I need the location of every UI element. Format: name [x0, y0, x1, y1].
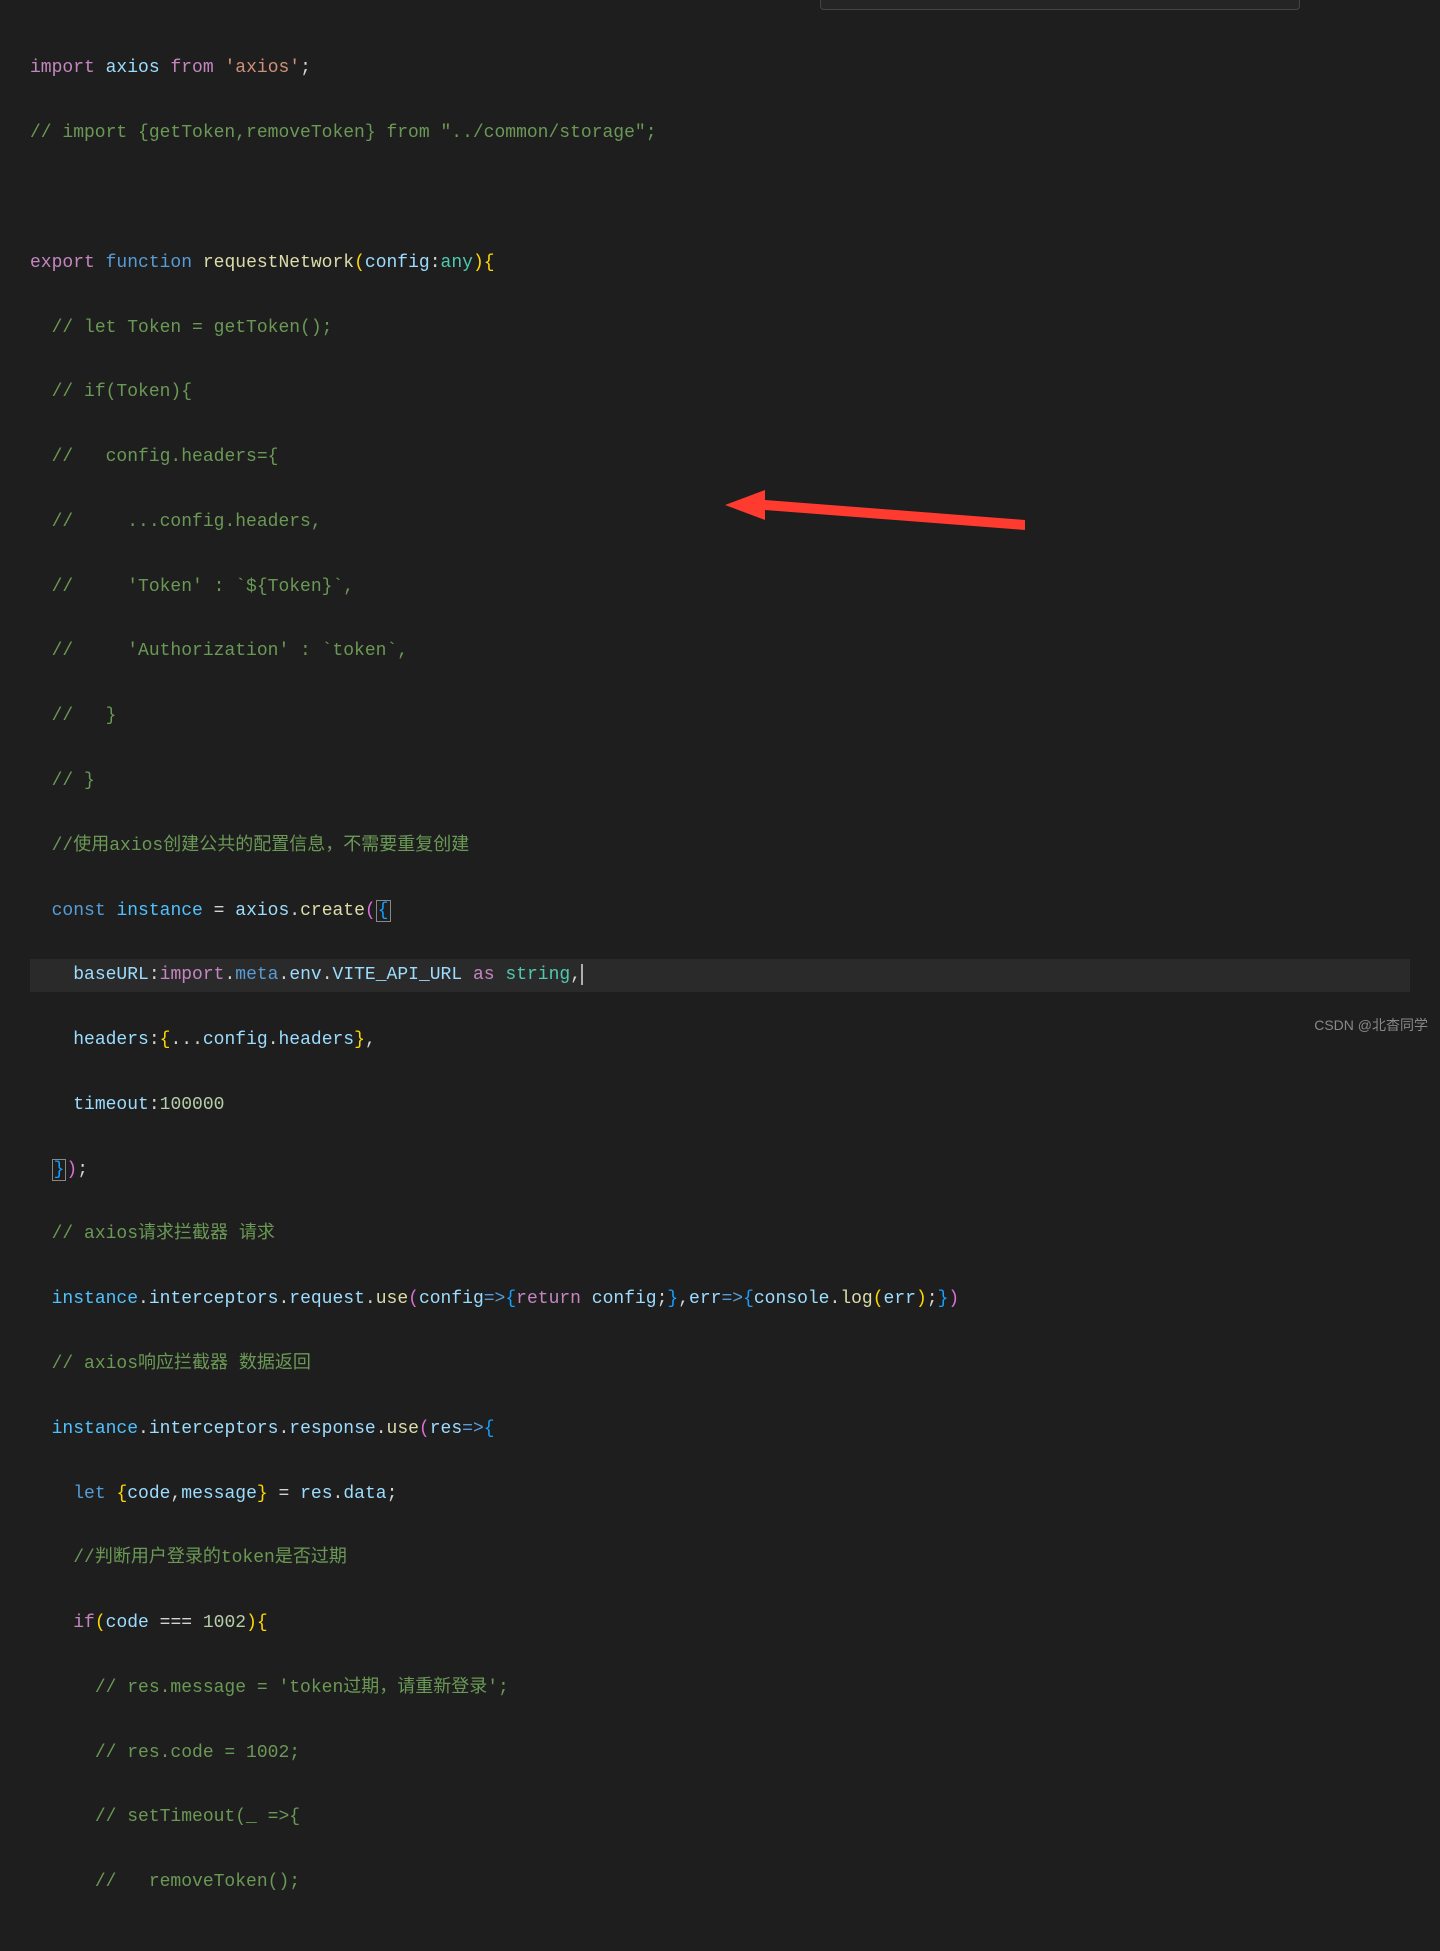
code-line: let {code,message} = res.data;	[30, 1478, 1410, 1510]
code-line: // res.code = 1002;	[30, 1737, 1410, 1769]
code-line: export function requestNetwork(config:an…	[30, 247, 1410, 279]
red-arrow-annotation	[720, 490, 1040, 550]
code-line: headers:{...config.headers},	[30, 1024, 1410, 1056]
code-line: //使用axios创建公共的配置信息，不需要重复创建	[30, 830, 1410, 862]
code-line: timeout:100000	[30, 1089, 1410, 1121]
code-line: // import {getToken,removeToken} from ".…	[30, 117, 1410, 149]
code-line: // config.headers={	[30, 441, 1410, 473]
code-line: // let Token = getToken();	[30, 312, 1410, 344]
code-line: });	[30, 1154, 1410, 1186]
text-cursor	[581, 964, 583, 986]
code-line	[30, 182, 1410, 214]
code-line: instance.interceptors.request.use(config…	[30, 1283, 1410, 1315]
code-line-highlighted: baseURL:import.meta.env.VITE_API_URL as …	[30, 959, 1410, 991]
code-line: // 'Token' : `${Token}`,	[30, 571, 1410, 603]
code-line: import axios from 'axios';	[30, 52, 1410, 84]
code-line: // }	[30, 765, 1410, 797]
code-line: // if(Token){	[30, 376, 1410, 408]
watermark: CSDN @北杳同学	[1314, 1013, 1428, 1038]
code-line: // }	[30, 700, 1410, 732]
code-line: // axios响应拦截器 数据返回	[30, 1348, 1410, 1380]
code-line: // axios请求拦截器 请求	[30, 1218, 1410, 1250]
code-line: // res.message = 'token过期，请重新登录';	[30, 1672, 1410, 1704]
code-line: //判断用户登录的token是否过期	[30, 1542, 1410, 1574]
code-line: // removeToken();	[30, 1866, 1410, 1898]
code-line: if(code === 1002){	[30, 1607, 1410, 1639]
code-line: // 'Authorization' : `token`,	[30, 635, 1410, 667]
code-line: const instance = axios.create({	[30, 895, 1410, 927]
code-editor[interactable]: import axios from 'axios'; // import {ge…	[0, 0, 1440, 1951]
code-line: instance.interceptors.response.use(res=>…	[30, 1413, 1410, 1445]
code-line: // setTimeout(_ =>{	[30, 1801, 1410, 1833]
